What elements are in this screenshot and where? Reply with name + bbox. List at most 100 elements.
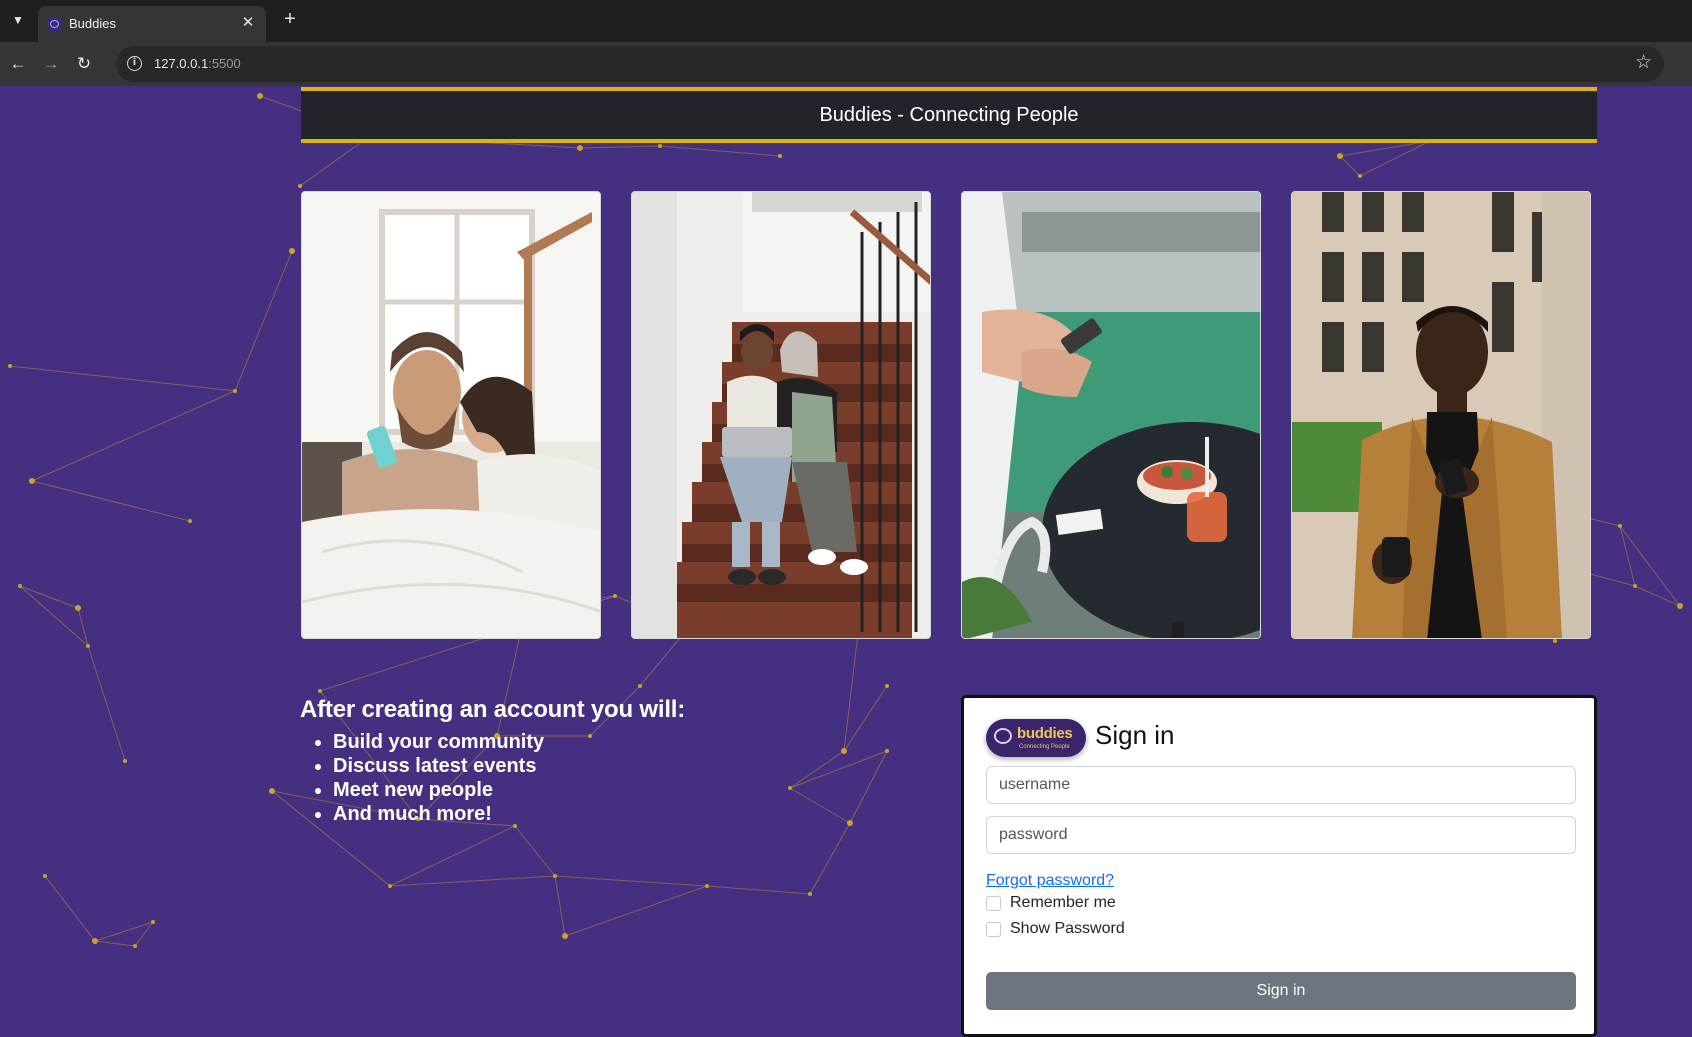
network-node [885, 749, 889, 753]
network-line [134, 921, 154, 947]
site-title: Buddies - Connecting People [819, 104, 1079, 126]
network-line [579, 145, 661, 149]
network-node [133, 944, 137, 948]
network-line [44, 875, 96, 942]
browser-tab[interactable]: Buddies ✕ [38, 6, 266, 42]
network-line [94, 921, 154, 942]
network-line [389, 825, 516, 887]
network-node [577, 145, 583, 151]
network-node [613, 594, 617, 598]
network-node [92, 938, 98, 944]
man-with-phone-photo [1291, 191, 1591, 639]
network-line [1339, 140, 1431, 157]
network-line [554, 875, 708, 887]
site-header: Buddies - Connecting People [301, 87, 1597, 143]
logo-wordmark: buddies [1017, 725, 1073, 742]
network-node [123, 759, 127, 763]
network-line [564, 885, 708, 937]
network-line [299, 135, 371, 187]
network-line [1634, 585, 1681, 607]
network-node [885, 684, 889, 688]
network-node [658, 144, 662, 148]
address-bar[interactable]: i 127.0.0.1:5500 ☆ [116, 46, 1664, 82]
network-node [86, 644, 90, 648]
network-node [1633, 584, 1637, 588]
forgot-password-link[interactable]: Forgot password? [986, 872, 1114, 890]
remember-me-label: Remember me [1010, 894, 1116, 911]
remember-me-checkbox[interactable] [986, 895, 1001, 911]
password-input[interactable] [986, 816, 1576, 854]
network-line [31, 390, 236, 482]
friends-on-stairs-photo [631, 191, 931, 639]
logo-tagline: Connecting People [1019, 744, 1070, 750]
network-line [1359, 140, 1431, 177]
couple-in-bed-photo [301, 191, 601, 639]
network-line [554, 875, 566, 937]
browser-tab-strip: ▼ Buddies ✕ + [0, 0, 1692, 42]
network-node [188, 519, 192, 523]
network-node [1553, 639, 1557, 643]
network-line [94, 940, 136, 947]
page-body: Buddies - Connecting People After creati… [0, 86, 1692, 1037]
bookmark-star-icon[interactable]: ☆ [1635, 51, 1652, 73]
network-node [298, 184, 302, 188]
browser-toolbar: ← → ↻ i 127.0.0.1:5500 ☆ [0, 42, 1692, 86]
network-node [841, 748, 847, 754]
reload-icon[interactable]: ↻ [70, 50, 98, 78]
forward-arrow-icon[interactable]: → [37, 50, 65, 78]
benefit-item: And much more! [333, 802, 820, 826]
buddies-favicon-icon [47, 17, 61, 31]
network-node [233, 389, 237, 393]
remember-me-row[interactable]: Remember me [986, 894, 1116, 912]
network-line [849, 750, 888, 824]
network-node [778, 154, 782, 158]
network-node [151, 920, 155, 924]
network-node [29, 478, 35, 484]
network-node [1618, 524, 1622, 528]
tab-title: Buddies [69, 16, 116, 31]
network-line [234, 250, 293, 392]
benefit-item: Discuss latest events [333, 754, 820, 778]
phone-by-table-photo [961, 191, 1261, 639]
network-node [808, 892, 812, 896]
signin-button[interactable]: Sign in [986, 972, 1576, 1010]
network-line [19, 585, 89, 647]
username-input[interactable] [986, 766, 1576, 804]
tab-list-chevron-icon[interactable]: ▼ [6, 8, 30, 32]
show-password-checkbox[interactable] [986, 921, 1001, 937]
chat-bubble-icon [994, 728, 1012, 744]
show-password-row[interactable]: Show Password [986, 920, 1125, 938]
buddies-logo: buddies Connecting People [986, 719, 1086, 757]
benefit-item: Build your community [333, 730, 820, 754]
tab-close-icon[interactable]: ✕ [238, 13, 258, 33]
network-node [75, 605, 81, 611]
network-line [659, 145, 781, 157]
back-arrow-icon[interactable]: ← [4, 50, 32, 78]
network-line [706, 885, 811, 895]
url-text: 127.0.0.1:5500 [154, 56, 241, 71]
account-benefits: After creating an account you will: Buil… [300, 696, 820, 826]
network-line [19, 585, 79, 609]
benefits-list: Build your community Discuss latest even… [300, 730, 820, 826]
network-node [705, 884, 709, 888]
site-info-icon[interactable]: i [127, 56, 142, 71]
network-node [257, 93, 263, 99]
network-line [9, 365, 236, 392]
network-node [562, 933, 568, 939]
network-line [1619, 525, 1681, 607]
network-node [43, 874, 47, 878]
network-line [1339, 155, 1361, 177]
network-node [1677, 603, 1683, 609]
network-node [269, 788, 275, 794]
benefit-item: Meet new people [333, 778, 820, 802]
signin-title: Sign in [1095, 720, 1175, 750]
network-node [388, 884, 392, 888]
network-node [318, 689, 322, 693]
network-node [1358, 174, 1362, 178]
network-line [514, 825, 556, 877]
new-tab-icon[interactable]: + [278, 8, 302, 32]
network-line [1619, 525, 1636, 587]
show-password-label: Show Password [1010, 920, 1125, 937]
network-line [77, 607, 89, 647]
network-line [87, 645, 126, 762]
